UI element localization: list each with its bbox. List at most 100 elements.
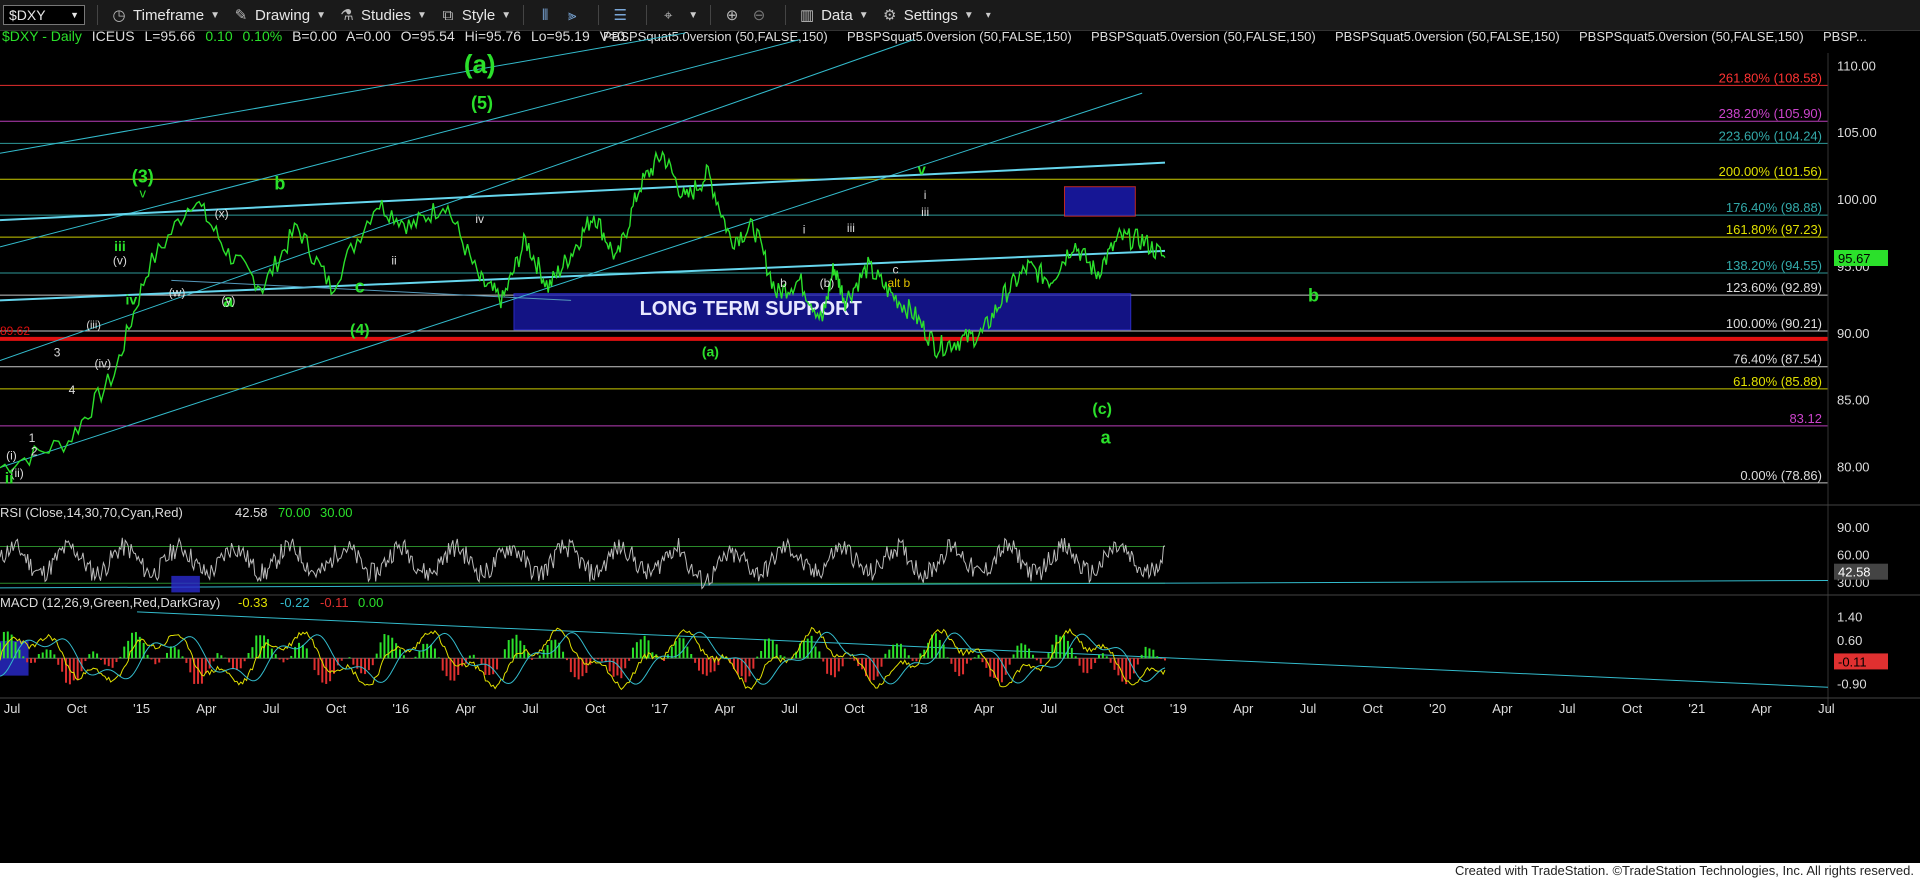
wave-label: (x) — [215, 206, 229, 220]
compress-icon: ⫸ — [567, 6, 577, 24]
style-menu[interactable]: ⧉ Style ▼ — [439, 0, 512, 30]
wave-label: (v) — [113, 253, 127, 267]
fib-label: 261.80% (108.58) — [1719, 70, 1822, 85]
y-tick-label: 105.00 — [1837, 125, 1877, 140]
symbol-info: $DXY - Daily ICEUS L=95.66 0.10 0.10% B=… — [2, 31, 625, 44]
y-tick-label: 110.00 — [1837, 58, 1876, 73]
fib-label: 176.40% (98.88) — [1726, 200, 1822, 215]
x-tick-label: Oct — [1363, 701, 1384, 716]
chevron-down-icon: ▾ — [985, 9, 991, 21]
subgraph-icon: ☰ — [613, 7, 627, 24]
indicator-label: PBSPSquat5.0version (50,FALSE,150) — [1091, 31, 1316, 44]
fib-label: 100.00% (90.21) — [1726, 316, 1822, 331]
chart-toolbar: $DXY ▼ ◷ Timeframe ▼ ✎ Drawing ▼ ⚗ Studies… — [0, 0, 1920, 31]
x-tick-label: Jul — [1559, 701, 1576, 716]
macd-trend-line — [137, 611, 1829, 688]
x-tick-label: Oct — [585, 701, 606, 716]
chevron-down-icon: ▼ — [963, 9, 974, 21]
x-tick-label: Oct — [844, 701, 865, 716]
fib-label: 83.12 — [1789, 411, 1822, 426]
wave-label: iii — [847, 221, 855, 235]
more-button[interactable]: ▾ — [980, 0, 991, 30]
x-tick-label: Jul — [263, 701, 280, 716]
fib-label: 223.60% (104.24) — [1719, 128, 1822, 143]
zoom-out-icon: ⊖ — [752, 7, 766, 24]
symbol-info-label: $DXY - Daily — [2, 31, 82, 44]
wave-label: c — [355, 276, 365, 296]
chart-area[interactable]: $DXY - Daily ICEUS L=95.66 0.10 0.10% B=… — [0, 28, 1920, 863]
macd-zero-value: 0.00 — [358, 595, 383, 610]
wave-label: (y) — [221, 293, 235, 307]
wave-label: iv — [475, 212, 484, 226]
bar-spacing-button[interactable]: ⫴ — [536, 0, 559, 30]
macd-signal-value: -0.22 — [280, 595, 310, 610]
wave-label: alt b — [888, 276, 911, 290]
zoom-in-button[interactable]: ⊕ — [723, 0, 746, 30]
wave-label: (a) — [702, 344, 719, 360]
drawing-menu[interactable]: ✎ Drawing ▼ — [232, 0, 326, 30]
x-axis: Jul Oct '15 Apr Jul Oct '16 Apr Jul Oct '17 Apr Jul O… — [0, 697, 1920, 716]
subgraph-button[interactable]: ☰ — [611, 0, 634, 30]
zoom-in-icon: ⊕ — [725, 7, 739, 24]
macd-title: MACD (12,26,9,Green,Red,DarkGray) — [0, 595, 220, 610]
fib-label: 76.40% (87.54) — [1733, 352, 1822, 367]
y-tick-label: 85.00 — [1837, 393, 1870, 408]
studies-menu[interactable]: ⚗ Studies ▼ — [338, 0, 427, 30]
x-tick-label: Jul — [522, 701, 539, 716]
rsi-highlight-box — [171, 575, 200, 593]
x-tick-label: Apr — [974, 701, 995, 716]
wave-label: (i) — [6, 449, 17, 463]
exchange-label: ICEUS — [92, 31, 135, 44]
pencil-icon: ✎ — [234, 7, 248, 24]
open-value: O=95.54 — [401, 31, 455, 44]
fib-label: 123.60% (92.89) — [1726, 280, 1822, 295]
wave-label: (a) — [464, 49, 496, 79]
rsi-value: 42.58 — [235, 505, 268, 520]
trend-channel-line — [0, 161, 1166, 222]
rsi-flag-text: 42.58 — [1838, 565, 1871, 580]
change-value: 0.10 — [205, 31, 232, 44]
settings-menu[interactable]: ⚙ Settings ▼ — [881, 0, 974, 30]
bar-chart-icon: ▥ — [800, 7, 815, 24]
wave-label: (3) — [132, 167, 154, 187]
x-tick-label: Apr — [1233, 701, 1254, 716]
timeframe-label: Timeframe — [133, 6, 205, 24]
x-tick-label: Oct — [326, 701, 347, 716]
low-value: Lo=95.19 — [531, 31, 590, 44]
chevron-down-icon: ▼ — [688, 9, 699, 21]
wave-label: 1 — [29, 431, 36, 445]
rsi-overbought: 70.00 — [278, 505, 311, 520]
x-tick-label: Apr — [715, 701, 736, 716]
wave-label: (4) — [350, 322, 370, 339]
wave-label: iv — [126, 291, 138, 307]
compress-button[interactable]: ⫸ — [563, 0, 586, 30]
trend-channel-line — [0, 92, 1143, 469]
footer: Created with TradeStation. ©TradeStation… — [0, 863, 1920, 879]
fib-label: 200.00% (101.56) — [1719, 164, 1822, 179]
zoom-out-button[interactable]: ⊖ — [750, 0, 773, 30]
data-label: Data — [821, 6, 853, 24]
wave-label: 4 — [69, 383, 76, 397]
ask-value: A=0.00 — [346, 31, 391, 44]
data-menu[interactable]: ▥ Data ▼ — [798, 0, 869, 30]
last-price: L=95.66 — [144, 31, 195, 44]
x-tick-label: Oct — [1622, 701, 1643, 716]
target-box — [1063, 186, 1136, 217]
rsi-oversold: 30.00 — [320, 505, 353, 520]
timeframe-menu[interactable]: ◷ Timeframe ▼ — [110, 0, 220, 30]
cursor-menu[interactable]: ⌖ ▼ — [659, 0, 698, 30]
wave-label: ii — [391, 253, 396, 267]
chevron-down-icon: ▼ — [210, 9, 221, 21]
chevron-down-icon: ▼ — [417, 9, 427, 21]
trend-channel-line — [0, 32, 686, 154]
wave-label: ii — [5, 471, 14, 488]
x-tick-label: '21 — [1688, 701, 1705, 716]
symbol-selector[interactable]: $DXY ▼ — [3, 5, 85, 25]
price-chart-svg[interactable]: $DXY - Daily ICEUS L=95.66 0.10 0.10% B=… — [0, 28, 1920, 863]
fib-label: 238.20% (105.90) — [1719, 106, 1822, 121]
crosshair-icon: ⌖ — [663, 6, 673, 24]
indicator-label: PBSPSquat5.0version (50,FALSE,150) — [847, 31, 1072, 44]
wave-label: iii — [114, 238, 126, 254]
x-tick-label: '15 — [133, 701, 150, 716]
wave-label: i — [924, 188, 927, 202]
